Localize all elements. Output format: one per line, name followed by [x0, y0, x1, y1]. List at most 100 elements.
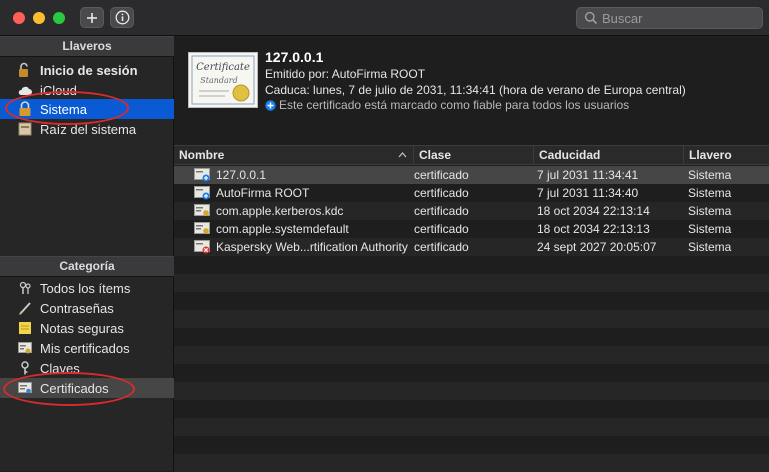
row-llavero: Sistema — [688, 186, 732, 200]
sidebar-item-todos-los-items[interactable]: Todos los ítems — [0, 278, 174, 298]
row-clase: certificado — [414, 168, 469, 182]
note-icon — [17, 320, 33, 336]
row-clase: certificado — [414, 186, 469, 200]
sidebar-item-sistema[interactable]: Sistema — [0, 99, 174, 119]
certificate-trusted-icon — [194, 168, 210, 182]
certificate-untrusted-icon — [194, 240, 210, 254]
row-caducidad: 24 sept 2027 20:05:07 — [537, 240, 657, 254]
search-input[interactable] — [598, 10, 752, 26]
window-maximize-button[interactable] — [53, 12, 65, 24]
padlock-icon — [17, 101, 33, 117]
row-name: AutoFirma ROOT — [216, 186, 310, 200]
certificate-detail: Certificate Standard 127.0.0.1 Emitido p… — [174, 36, 769, 145]
column-header-caducidad[interactable]: Caducidad — [534, 146, 684, 164]
certificate-trust-status: Este certificado está marcado como fiabl… — [265, 98, 629, 112]
column-label: Clase — [419, 148, 452, 162]
sidebar-item-contrasenas[interactable]: Contraseñas — [0, 298, 174, 318]
sidebar: Llaveros Inicio de sesión iCloud Sistema… — [0, 36, 174, 471]
column-header-clase[interactable]: Clase — [414, 146, 534, 164]
row-name: com.apple.systemdefault — [216, 222, 349, 236]
row-caducidad: 7 jul 2031 11:34:41 — [537, 168, 639, 182]
row-name-cell: AutoFirma ROOT — [194, 184, 412, 202]
sidebar-item-raiz-del-sistema[interactable]: Raíz del sistema — [0, 119, 174, 139]
table-row[interactable]: AutoFirma ROOT certificado 7 jul 2031 11… — [174, 184, 769, 202]
table-row[interactable]: Kaspersky Web...rtification Authority ce… — [174, 238, 769, 256]
row-name-cell: Kaspersky Web...rtification Authority — [194, 238, 412, 256]
window-close-button[interactable] — [13, 12, 25, 24]
sidebar-item-label: iCloud — [40, 82, 77, 98]
certificate-title: 127.0.0.1 — [265, 49, 324, 65]
sidebar-item-label: Todos los ítems — [40, 280, 131, 296]
column-label: Nombre — [179, 148, 225, 162]
info-icon — [115, 10, 129, 25]
table-row[interactable]: 127.0.0.1 certificado 7 jul 2031 11:34:4… — [174, 166, 769, 184]
empty-row — [174, 274, 769, 292]
cloud-icon — [17, 82, 33, 98]
row-caducidad: 18 oct 2034 22:13:13 — [537, 222, 650, 236]
plus-icon — [87, 12, 97, 23]
sidebar-item-label: Inicio de sesión — [40, 62, 138, 78]
certificate-trusted-icon — [194, 186, 210, 200]
sidebar-item-label: Certificados — [40, 380, 109, 396]
table-row[interactable]: com.apple.systemdefault certificado 18 o… — [174, 220, 769, 238]
row-llavero: Sistema — [688, 240, 732, 254]
toolbar — [0, 0, 769, 36]
empty-row — [174, 310, 769, 328]
table-row[interactable]: com.apple.kerberos.kdc certificado 18 oc… — [174, 202, 769, 220]
sidebar-item-notas-seguras[interactable]: Notas seguras — [0, 318, 174, 338]
sort-ascending-icon — [398, 152, 407, 158]
cabinet-icon — [17, 121, 33, 137]
sidebar-item-icloud[interactable]: iCloud — [0, 80, 174, 100]
sidebar-item-label: Raíz del sistema — [40, 121, 137, 137]
table-header: Nombre Clase Caducidad Llavero — [174, 145, 769, 165]
column-header-llavero[interactable]: Llavero — [684, 146, 769, 164]
certificate-caption: Certificate — [196, 62, 250, 73]
sidebar-item-label: Mis certificados — [40, 340, 130, 356]
search-icon — [584, 11, 598, 25]
empty-row — [174, 382, 769, 400]
column-header-nombre[interactable]: Nombre — [174, 146, 414, 164]
row-name-cell: com.apple.kerberos.kdc — [194, 202, 412, 220]
sidebar-item-label: Claves — [40, 360, 80, 376]
row-caducidad: 18 oct 2034 22:13:14 — [537, 204, 650, 218]
certificate-icon — [194, 204, 210, 216]
all-items-icon — [17, 280, 33, 296]
empty-row — [174, 418, 769, 436]
info-button[interactable] — [110, 7, 134, 28]
sidebar-item-claves[interactable]: Claves — [0, 358, 174, 378]
certificate-expiry: Caduca: lunes, 7 de julio de 2031, 11:34… — [265, 83, 686, 97]
row-clase: certificado — [414, 240, 469, 254]
certificate-icon — [17, 380, 33, 396]
my-certificate-icon — [17, 340, 33, 356]
certificate-caption: Standard — [200, 76, 237, 85]
search-field[interactable] — [576, 7, 763, 29]
certificate-issuer: Emitido por: AutoFirma ROOT — [265, 67, 426, 81]
column-label: Caducidad — [539, 148, 601, 162]
window-minimize-button[interactable] — [33, 12, 45, 24]
pencil-icon — [17, 300, 33, 316]
empty-row — [174, 454, 769, 472]
category-header: Categoría — [0, 256, 174, 277]
row-name: Kaspersky Web...rtification Authority — [216, 240, 408, 254]
row-llavero: Sistema — [688, 204, 732, 218]
column-label: Llavero — [689, 148, 732, 162]
certificate-icon — [194, 222, 210, 234]
sidebar-item-mis-certificados[interactable]: Mis certificados — [0, 338, 174, 358]
row-llavero: Sistema — [688, 222, 732, 236]
row-clase: certificado — [414, 204, 469, 218]
certificate-icon: Certificate Standard — [188, 52, 258, 108]
trust-text: Este certificado está marcado como fiabl… — [279, 98, 630, 112]
row-clase: certificado — [414, 222, 469, 236]
row-name: 127.0.0.1 — [216, 168, 267, 182]
empty-row — [174, 346, 769, 364]
sidebar-item-certificados[interactable]: Certificados — [0, 378, 174, 398]
sidebar-item-label: Sistema — [40, 101, 87, 117]
add-item-button[interactable] — [80, 7, 104, 28]
sidebar-item-inicio-de-sesion[interactable]: Inicio de sesión — [0, 60, 174, 80]
row-name: com.apple.kerberos.kdc — [216, 204, 344, 218]
sidebar-item-label: Contraseñas — [40, 300, 114, 316]
items-table: Nombre Clase Caducidad Llavero 127.0.0.1… — [174, 145, 769, 472]
padlock-open-icon — [17, 62, 33, 78]
row-name-cell: com.apple.systemdefault — [194, 220, 412, 238]
row-llavero: Sistema — [688, 168, 732, 182]
